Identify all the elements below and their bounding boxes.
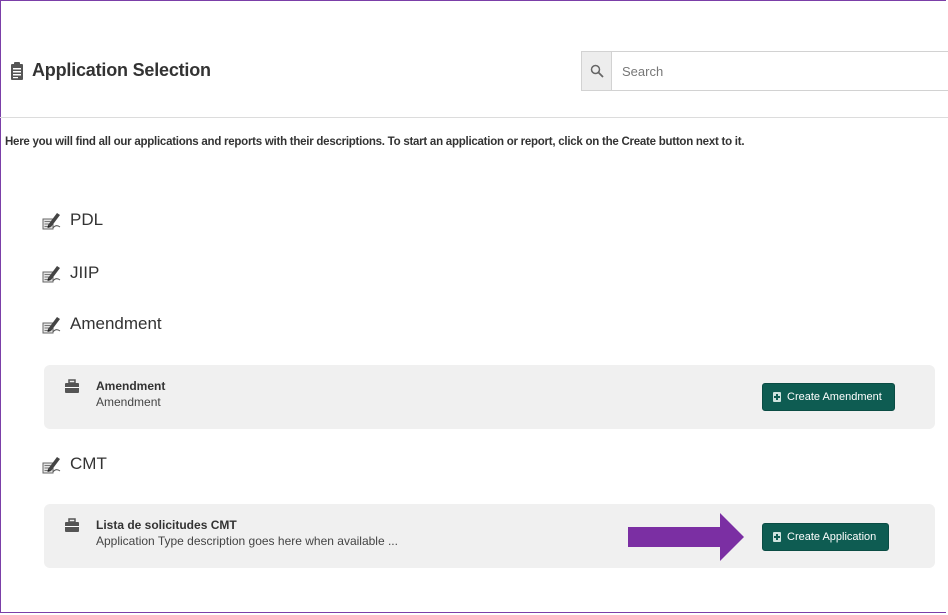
- category-cmt[interactable]: CMT: [42, 454, 107, 474]
- briefcase-icon: [65, 518, 79, 532]
- plus-icon: [773, 532, 781, 542]
- application-card-amendment: Amendment Amendment Create Amendment: [44, 365, 935, 429]
- create-amendment-button[interactable]: Create Amendment: [762, 383, 895, 411]
- search-box[interactable]: [581, 51, 948, 91]
- application-name: Lista de solicitudes CMT: [96, 518, 237, 532]
- application-card-cmt: Lista de solicitudes CMT Application Typ…: [44, 504, 935, 568]
- category-label: CMT: [70, 454, 107, 473]
- category-label: PDL: [70, 210, 104, 229]
- button-label: Create Amendment: [787, 391, 882, 403]
- category-pdl[interactable]: PDL: [42, 210, 103, 230]
- page-title: Application Selection: [32, 60, 211, 80]
- briefcase-icon: [65, 379, 79, 393]
- application-description: Application Type description goes here w…: [96, 534, 398, 548]
- category-amendment[interactable]: Amendment: [42, 314, 162, 334]
- search-input[interactable]: [612, 52, 924, 90]
- plus-icon: [773, 392, 781, 402]
- category-jiip[interactable]: JIIP: [42, 263, 99, 283]
- intro-text: Here you will find all our applications …: [5, 136, 745, 148]
- button-label: Create Application: [787, 531, 877, 543]
- category-label: Amendment: [70, 314, 162, 333]
- category-label: JIIP: [70, 263, 100, 282]
- page-header: Application Selection: [0, 0, 948, 118]
- clipboard-icon: [11, 61, 23, 80]
- signature-icon: [42, 317, 61, 334]
- application-name: Amendment: [96, 379, 166, 393]
- create-application-button[interactable]: Create Application: [762, 523, 890, 551]
- signature-icon: [42, 213, 61, 230]
- signature-icon: [42, 457, 61, 474]
- signature-icon: [42, 266, 61, 283]
- search-icon-wrap[interactable]: [582, 52, 612, 90]
- application-description: Amendment: [96, 395, 161, 409]
- page-title-group: Application Selection: [10, 60, 211, 81]
- annotation-arrow-icon: [628, 513, 744, 561]
- search-icon: [590, 64, 604, 78]
